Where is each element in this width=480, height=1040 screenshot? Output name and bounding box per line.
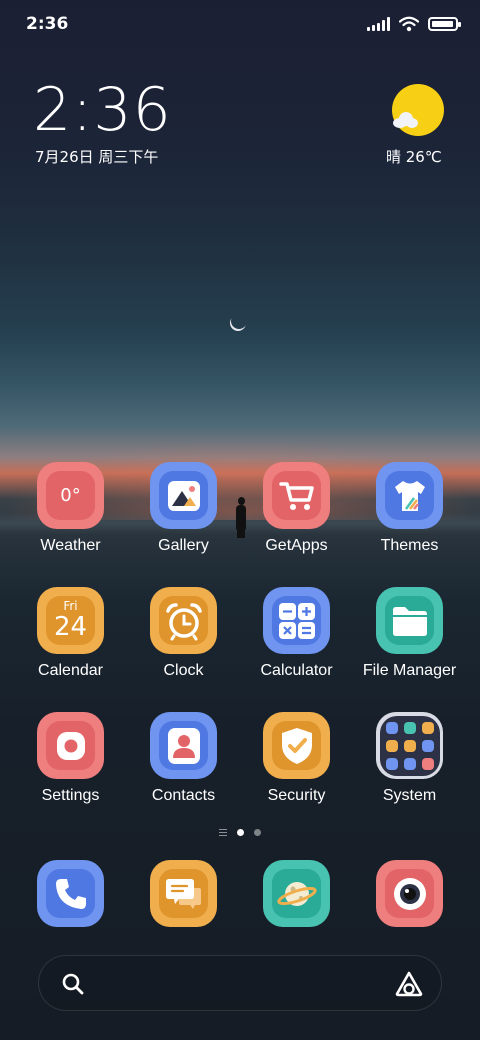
message-icon	[159, 869, 208, 918]
security-tile	[263, 712, 330, 779]
clock-tile	[150, 587, 217, 654]
app-label: Calculator	[260, 662, 333, 679]
dock-messages[interactable]	[127, 860, 240, 930]
shield-check-icon	[272, 721, 321, 770]
weather-temp: 0°	[60, 485, 81, 506]
calendar-icon: Fri 24	[46, 596, 95, 645]
camera-tile	[376, 860, 443, 927]
dock-browser[interactable]	[240, 860, 353, 930]
page-dot-1[interactable]	[237, 829, 244, 836]
cloud-icon	[393, 112, 419, 128]
planet-icon	[272, 869, 321, 918]
app-calendar[interactable]: Fri 24 Calendar	[14, 587, 127, 687]
widget-time: 2:36	[33, 75, 172, 145]
app-label: GetApps	[265, 537, 328, 554]
app-label: File Manager	[362, 662, 457, 679]
calculator-icon	[272, 596, 321, 645]
app-security[interactable]: Security	[240, 712, 353, 812]
weather-icon: 0°	[46, 471, 95, 520]
app-clock[interactable]: Clock	[127, 587, 240, 687]
app-label: Weather	[40, 537, 101, 554]
sunny-cloud-icon	[392, 84, 444, 136]
battery-level	[432, 21, 453, 27]
app-label: Gallery	[158, 537, 209, 554]
page-dot-2[interactable]	[254, 829, 261, 836]
app-calculator[interactable]: Calculator	[240, 587, 353, 687]
folder-icon	[385, 596, 434, 645]
assistant-icon[interactable]	[395, 971, 423, 997]
app-label: Clock	[163, 662, 204, 679]
settings-tile	[37, 712, 104, 779]
themes-tile	[376, 462, 443, 529]
moon-icon	[231, 313, 247, 329]
contacts-icon	[159, 721, 208, 770]
contacts-tile	[150, 712, 217, 779]
gallery-tile	[150, 462, 217, 529]
system-folder-tile	[376, 712, 443, 779]
app-label: Settings	[41, 787, 100, 804]
folder-grid-icon	[379, 715, 440, 776]
phone-icon	[46, 869, 95, 918]
app-themes[interactable]: Themes	[353, 462, 466, 562]
app-gallery[interactable]: Gallery	[127, 462, 240, 562]
messages-tile	[150, 860, 217, 927]
app-file-manager[interactable]: File Manager	[353, 587, 466, 687]
system-app-previews	[385, 721, 434, 770]
search-bar[interactable]	[38, 955, 442, 1011]
calendar-weekday: Fri	[63, 599, 78, 613]
app-label: System	[382, 787, 437, 804]
battery-icon	[428, 17, 461, 31]
dock-camera[interactable]	[353, 860, 466, 930]
search-icon	[62, 973, 84, 995]
wifi-icon	[399, 16, 419, 32]
camera-icon	[385, 869, 434, 918]
widget-weather: 晴 26℃	[386, 148, 442, 166]
calendar-date: 24	[53, 612, 88, 642]
calendar-tile: Fri 24	[37, 587, 104, 654]
app-contacts[interactable]: Contacts	[127, 712, 240, 812]
status-bar: 2:36	[26, 14, 461, 38]
page-indicator	[0, 829, 480, 836]
cart-icon	[272, 471, 321, 520]
status-icons	[367, 16, 461, 32]
calculator-tile	[263, 587, 330, 654]
phone-tile	[37, 860, 104, 927]
app-drawer-indicator-icon[interactable]	[219, 829, 227, 836]
app-weather[interactable]: 0° Weather	[14, 462, 127, 562]
gallery-icon	[159, 471, 208, 520]
file-manager-tile	[376, 587, 443, 654]
app-getapps[interactable]: GetApps	[240, 462, 353, 562]
signal-icon	[367, 17, 390, 31]
alarm-clock-icon	[159, 596, 208, 645]
settings-icon	[46, 721, 95, 770]
app-label: Calendar	[38, 662, 103, 679]
dock-phone[interactable]	[14, 860, 127, 930]
app-label: Security	[267, 787, 326, 804]
browser-tile	[263, 860, 330, 927]
app-system-folder[interactable]: System	[353, 712, 466, 812]
app-label: Contacts	[151, 787, 216, 804]
app-label: Themes	[380, 537, 439, 554]
widget-date: 7月26日 周三下午	[35, 148, 159, 166]
app-settings[interactable]: Settings	[14, 712, 127, 812]
status-time: 2:36	[26, 14, 69, 34]
shirt-icon	[385, 471, 434, 520]
weather-tile: 0°	[37, 462, 104, 529]
getapps-tile	[263, 462, 330, 529]
